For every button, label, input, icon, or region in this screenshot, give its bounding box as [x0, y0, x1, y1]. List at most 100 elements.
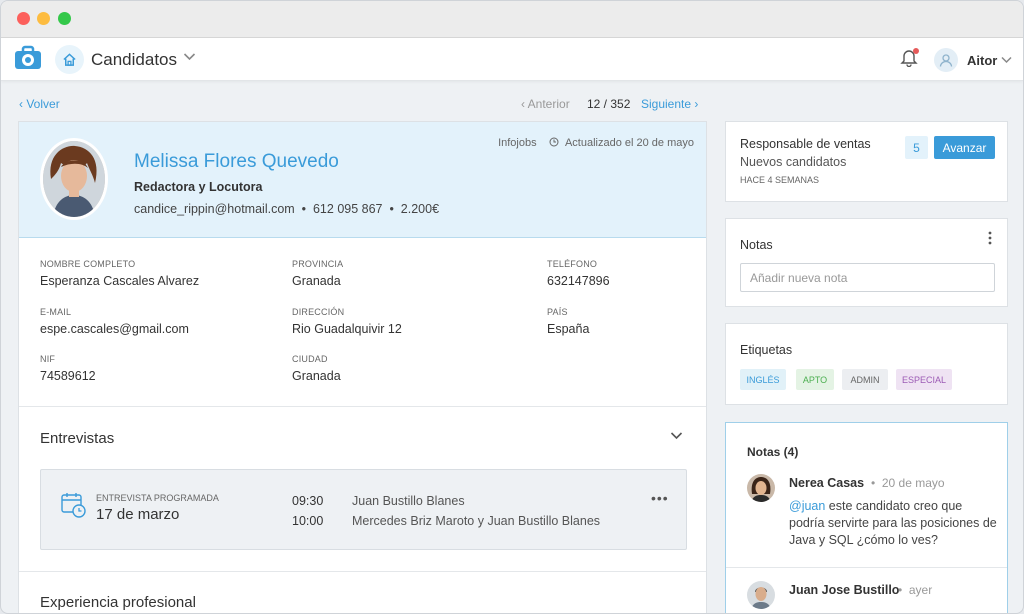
separator-dot: • — [898, 583, 903, 597]
candidate-updated: Actualizado el 20 de mayo — [564, 137, 694, 149]
stage-time: HACE 4 SEMANAS — [740, 175, 820, 185]
comment-text: @juan este candidato creo que podría ser… — [789, 498, 999, 549]
user-icon — [939, 54, 953, 67]
divider — [19, 571, 706, 572]
field-value: España — [547, 322, 590, 336]
more-options-icon[interactable]: ••• — [651, 490, 669, 506]
new-note-input[interactable] — [740, 263, 995, 292]
back-link[interactable]: ‹ Volver — [19, 97, 60, 111]
candidate-phone: 612 095 867 — [312, 202, 383, 216]
tag-admin[interactable]: ADMIN — [842, 369, 888, 390]
previous-link[interactable]: ‹ Anterior — [521, 97, 570, 111]
window-titlebar — [1, 1, 1023, 38]
interview-participants: Juan Bustillo Blanes — [352, 494, 465, 508]
field-value: Rio Guadalquivir 12 — [292, 322, 402, 336]
interview-participants: Mercedes Briz Maroto y Juan Bustillo Bla… — [352, 514, 601, 528]
candidate-salary: 2.200€ — [400, 202, 440, 216]
interview-time: 10:00 — [292, 514, 324, 528]
advance-button[interactable]: Avanzar — [934, 136, 995, 159]
field-label: NOMBRE COMPLETO — [40, 259, 136, 269]
candidate-source-info: Infojobs Actualizado el 20 de mayo — [498, 137, 694, 149]
candidate-source: Infojobs — [498, 137, 537, 149]
tags-card: Etiquetas INGLÉS APTO ADMIN ESPECIAL — [725, 323, 1008, 405]
tag-especial[interactable]: ESPECIAL — [896, 369, 952, 390]
candidate-name: Melissa Flores Quevedo — [134, 151, 339, 172]
comment-date: • 20 de mayo — [871, 476, 945, 490]
next-link[interactable]: Siguiente › — [641, 97, 698, 111]
field-phone: TELÉFONO 632147896 — [547, 259, 610, 288]
field-value: Esperanza Cascales Alvarez — [40, 274, 200, 288]
scheduled-interview[interactable]: ENTREVISTA PROGRAMADA 17 de marzo 09:30 … — [40, 469, 687, 550]
separator-dot: • — [871, 476, 876, 490]
minimize-window-button[interactable] — [37, 12, 50, 25]
field-province: PROVINCIA Granada — [292, 259, 343, 288]
interview-label: ENTREVISTA PROGRAMADA — [96, 493, 219, 503]
chevron-down-icon[interactable] — [670, 431, 683, 440]
candidate-profile-header: Melissa Flores Quevedo Redactora y Locut… — [19, 122, 706, 238]
field-email: E-MAIL espe.cascales@gmail.com — [40, 307, 189, 336]
field-label: DIRECCIÓN — [292, 307, 345, 317]
app-header: Candidatos Aitor — [1, 38, 1023, 81]
separator-dot: • — [389, 202, 394, 216]
field-address: DIRECCIÓN Rio Guadalquivir 12 — [292, 307, 402, 336]
user-name[interactable]: Aitor — [967, 53, 997, 68]
calendar-clock-icon — [61, 493, 86, 518]
maximize-window-button[interactable] — [58, 12, 71, 25]
field-value: 632147896 — [547, 274, 610, 288]
comment-author: Juan Jose Bustillo — [789, 583, 900, 597]
app-logo-icon[interactable] — [13, 45, 43, 73]
divider — [726, 567, 1007, 568]
candidate-card: Melissa Flores Quevedo Redactora y Locut… — [18, 121, 707, 613]
candidate-contact-line: candice_rippin@hotmail.com • 612 095 867… — [134, 202, 439, 216]
close-window-button[interactable] — [17, 12, 30, 25]
comments-card: Notas (4) Nerea Casas • 20 de mayo @juan… — [725, 422, 1008, 613]
home-icon — [63, 53, 76, 66]
candidate-avatar — [40, 138, 108, 220]
interview-time: 09:30 — [292, 494, 324, 508]
section-title[interactable]: Candidatos — [91, 50, 177, 70]
field-value: Granada — [292, 369, 341, 383]
separator-dot: • — [301, 202, 307, 216]
notes-card: Notas — [725, 218, 1008, 307]
app-window: Candidatos Aitor ‹ Volver ‹ Anterior 12 … — [0, 0, 1024, 614]
comment-mention[interactable]: @juan — [789, 499, 825, 513]
field-label: CIUDAD — [292, 354, 328, 364]
tag-apto[interactable]: APTO — [796, 369, 834, 390]
experience-section-title[interactable]: Experiencia profesional — [40, 594, 196, 611]
field-nif: NIF 74589612 — [40, 354, 96, 383]
comment-date: • ayer — [898, 583, 932, 597]
field-label: PROVINCIA — [292, 259, 344, 269]
field-city: CIUDAD Granada — [292, 354, 341, 383]
previous-label: Anterior — [527, 97, 570, 111]
comment-date-text: ayer — [908, 583, 933, 597]
stage-count-badge: 5 — [905, 136, 928, 159]
more-options-icon[interactable] — [988, 231, 992, 245]
comment-author: Nerea Casas — [789, 476, 865, 490]
chevron-down-icon[interactable] — [1001, 56, 1012, 64]
interview-date: 17 de marzo — [96, 506, 180, 523]
field-value: 74589612 — [40, 369, 96, 383]
field-label: TELÉFONO — [547, 259, 598, 269]
comments-title: Notas (4) — [747, 445, 799, 459]
field-value: Granada — [292, 274, 341, 288]
back-label: Volver — [26, 97, 60, 111]
comment-date-text: 20 de mayo — [881, 476, 945, 490]
candidate-email[interactable]: candice_rippin@hotmail.com — [134, 202, 295, 216]
field-label: PAÍS — [547, 307, 568, 317]
field-label: NIF — [40, 354, 56, 364]
record-counter: 12 / 352 — [587, 97, 631, 111]
field-country: PAÍS España — [547, 307, 589, 336]
clock-icon — [549, 137, 559, 147]
home-button[interactable] — [55, 45, 84, 74]
candidate-role: Redactora y Locutora — [134, 180, 263, 194]
user-avatar[interactable] — [934, 48, 958, 72]
notes-title: Notas — [740, 238, 773, 252]
interviews-section-title[interactable]: Entrevistas — [40, 430, 114, 447]
notification-dot — [913, 48, 919, 54]
tag-ingles[interactable]: INGLÉS — [740, 369, 786, 390]
comment-author-avatar — [747, 474, 775, 502]
stage-title: Responsable de ventas — [740, 137, 871, 151]
chevron-down-icon[interactable] — [183, 52, 196, 61]
field-value: espe.cascales@gmail.com — [40, 322, 189, 336]
field-label: E-MAIL — [40, 307, 72, 317]
